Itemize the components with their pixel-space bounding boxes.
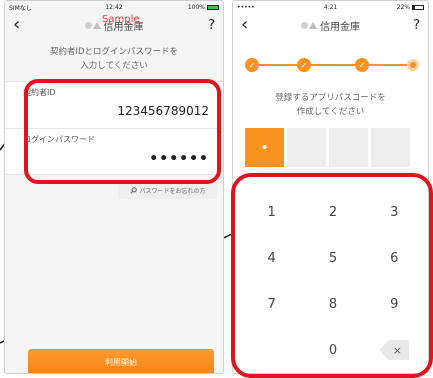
- status-bar: SIMなし 12:42 100%: [5, 1, 223, 13]
- passcode-instruction: 登録するアプリパスコードを 作成してください: [233, 91, 428, 119]
- battery-icon: [207, 4, 219, 10]
- search-icon: [130, 187, 138, 194]
- key-8[interactable]: 8: [302, 281, 363, 327]
- progress-stepper: ✓ ✓ ✓: [245, 57, 419, 73]
- passcode-digit-1: •: [245, 128, 284, 167]
- key-2[interactable]: 2: [302, 189, 363, 235]
- status-bar: ••••• 4:21 22%: [233, 1, 428, 13]
- key-4[interactable]: 4: [241, 235, 302, 281]
- chevron-left-icon[interactable]: ‹: [241, 16, 248, 34]
- instruction-line-1: 登録するアプリパスコードを: [275, 93, 386, 103]
- bank-name: 信用金庫: [320, 21, 360, 33]
- step-3-check-icon: ✓: [355, 58, 369, 72]
- password-field[interactable]: ログインパスワード ••••••: [5, 128, 223, 174]
- login-form: 契約者ID 123456789012 ログインパスワード ••••••: [5, 81, 223, 175]
- key-1[interactable]: 1: [241, 189, 302, 235]
- login-instruction: 契約者IDとログインパスワードを 入力してください: [5, 45, 223, 73]
- instruction-line-2: 作成してください: [296, 107, 365, 117]
- stepper-line: [245, 64, 413, 66]
- numeric-keypad: 1 2 3 4 5 6 7 8 9 0 ×: [241, 189, 425, 373]
- password-label: ログインパスワード: [23, 135, 95, 144]
- help-button[interactable]: ?: [208, 18, 215, 33]
- forgot-password-label: パスワードをお忘れの方: [139, 188, 206, 195]
- battery-icon: [412, 4, 424, 10]
- login-screen: SIMなし 12:42 100% ‹ ? 信用金庫 Sample 契約者IDとロ…: [4, 0, 224, 374]
- key-3[interactable]: 3: [364, 189, 425, 235]
- passcode-digit-4: [371, 128, 410, 167]
- password-value[interactable]: ••••••: [23, 151, 209, 167]
- delete-key[interactable]: ×: [364, 327, 425, 373]
- help-button[interactable]: ?: [413, 18, 420, 33]
- step-1-check-icon: ✓: [245, 58, 259, 72]
- chevron-left-icon[interactable]: ‹: [13, 16, 20, 34]
- key-5[interactable]: 5: [302, 235, 363, 281]
- passcode-digit-3: [329, 128, 368, 167]
- nav-title: 信用金庫: [233, 13, 428, 37]
- passcode-boxes: •: [245, 128, 410, 167]
- key-0[interactable]: 0: [302, 327, 363, 373]
- key-7[interactable]: 7: [241, 281, 302, 327]
- bank-logo-icon: [301, 21, 317, 29]
- sample-watermark: Sample: [102, 14, 140, 25]
- instruction-line-2: 入力してください: [80, 61, 148, 71]
- key-empty: [241, 327, 302, 373]
- passcode-screen: ••••• 4:21 22% ‹ ? 信用金庫 ✓ ✓ ✓ 登録するアプリパスコ…: [232, 0, 429, 374]
- status-time: 4:21: [323, 3, 338, 11]
- bank-logo-icon: [84, 21, 101, 29]
- step-4-current: [407, 59, 419, 71]
- backspace-icon: ×: [379, 340, 410, 360]
- instruction-line-1: 契約者IDとログインパスワードを: [49, 47, 179, 57]
- contract-id-label: 契約者ID: [23, 88, 56, 97]
- step-2-check-icon: ✓: [297, 58, 311, 72]
- forgot-password-button[interactable]: パスワードをお忘れの方: [118, 182, 218, 199]
- status-time: 12:42: [105, 3, 123, 11]
- passcode-digit-2: [287, 128, 326, 167]
- contract-id-value[interactable]: 123456789012: [23, 104, 209, 118]
- key-6[interactable]: 6: [364, 235, 425, 281]
- key-9[interactable]: 9: [364, 281, 425, 327]
- start-button[interactable]: 利用開始: [28, 349, 214, 373]
- nav-bar: ‹ ? 信用金庫: [233, 13, 428, 37]
- contract-id-field[interactable]: 契約者ID 123456789012: [5, 82, 223, 128]
